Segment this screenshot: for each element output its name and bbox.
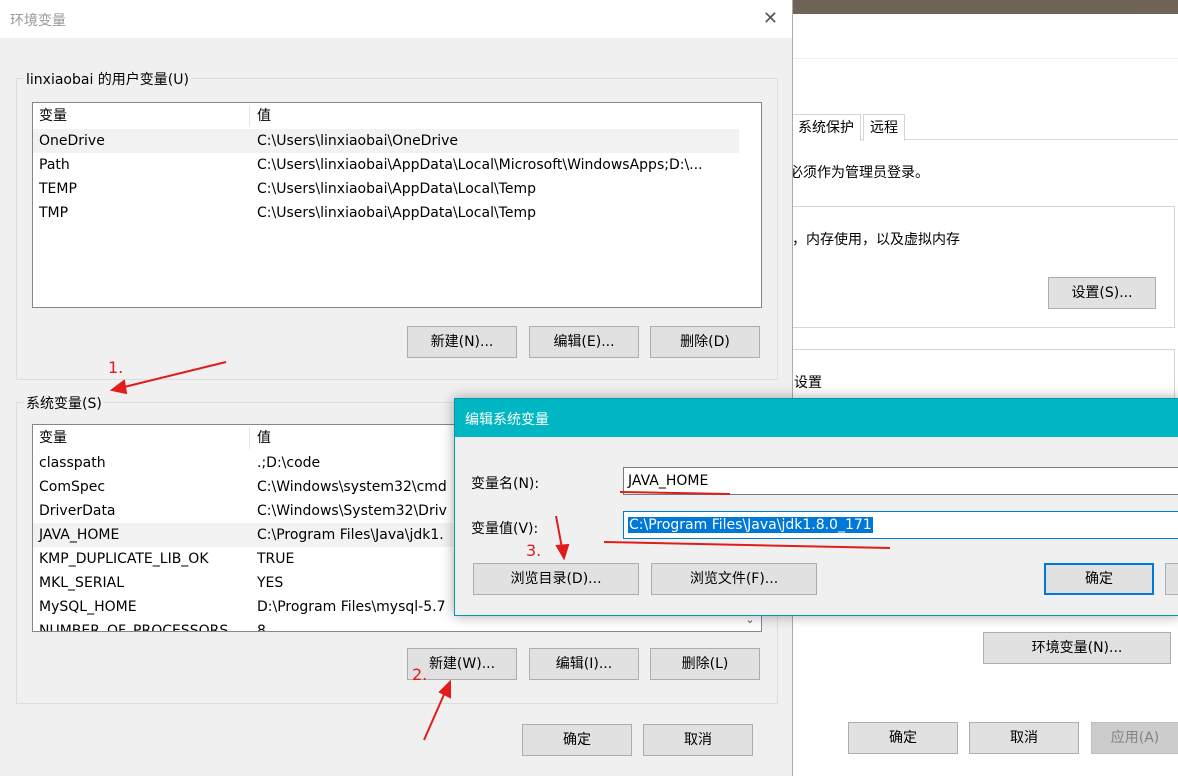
underline-value: [603, 541, 891, 549]
arrow-1-line: [119, 361, 227, 389]
annotation-label-3: 3.: [526, 541, 542, 560]
arrow-2-line: [423, 689, 447, 741]
arrow-3-head: [555, 543, 570, 561]
annotation-label-1: 1.: [108, 358, 124, 377]
arrow-2-head: [438, 679, 451, 699]
annotation-label-2: 2.: [412, 665, 428, 684]
underline-name: [619, 491, 731, 495]
arrow-1-head: [109, 379, 128, 395]
annotation-arrows: [109, 361, 891, 741]
arrow-3-line: [555, 515, 563, 549]
